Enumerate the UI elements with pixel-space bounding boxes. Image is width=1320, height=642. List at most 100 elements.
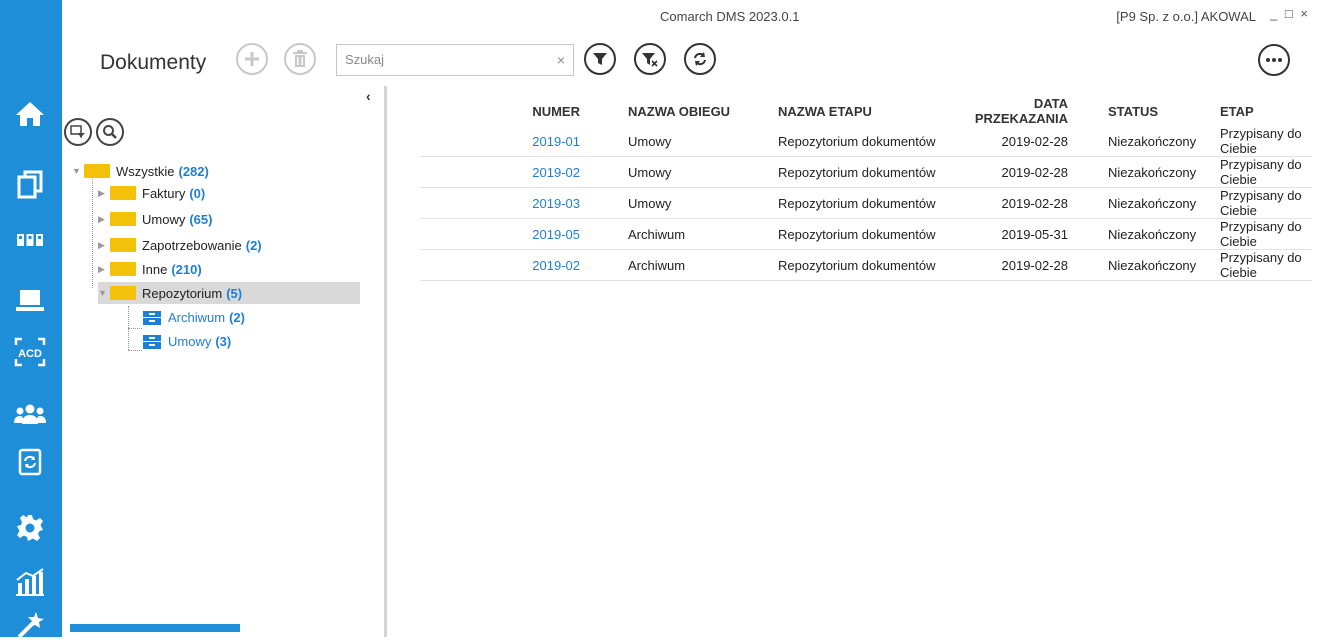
add-button[interactable]: [236, 43, 268, 75]
cell-nazwa-etapu: Repozytorium dokumentów: [762, 249, 938, 281]
tree-item-wszystkie[interactable]: ▼ Wszystkie (282): [72, 160, 209, 182]
cell-numer[interactable]: 2019-03: [420, 187, 628, 219]
refresh-icon: [694, 52, 706, 66]
svg-text:ACD: ACD: [18, 348, 42, 360]
expanded-arrow-icon[interactable]: ▼: [72, 166, 84, 176]
column-header-numer[interactable]: NUMER: [420, 96, 628, 126]
folder-icon: [110, 262, 136, 276]
cell-numer[interactable]: 2019-02: [420, 249, 628, 281]
search-input[interactable]: [343, 51, 547, 68]
title-bar: Comarch DMS 2023.0.1 [P9 Sp. z o.o.] AKO…: [62, 0, 1320, 32]
table-row[interactable]: 2019-01 Umowy Repozytorium dokumentów 20…: [420, 126, 1312, 157]
refresh-button[interactable]: [684, 43, 716, 75]
cell-data: 2019-02-28: [938, 126, 1092, 157]
cell-numer[interactable]: 2019-05: [420, 218, 628, 250]
collapsed-arrow-icon[interactable]: ▶: [98, 240, 110, 251]
cell-nazwa-obiegu: Archiwum: [628, 249, 762, 281]
close-button[interactable]: ×: [1300, 6, 1310, 21]
users-icon[interactable]: [12, 396, 48, 432]
more-button[interactable]: [1258, 44, 1290, 76]
filter-folders-button[interactable]: [64, 118, 92, 146]
window-controls: _ □ ×: [1270, 6, 1310, 21]
tree-item-archiwum[interactable]: Archiwum (2): [142, 306, 245, 328]
collapsed-arrow-icon[interactable]: ▶: [98, 214, 110, 225]
table-row[interactable]: 2019-05 Archiwum Repozytorium dokumentów…: [420, 218, 1312, 250]
add-icon: [245, 52, 259, 66]
computer-icon[interactable]: [12, 282, 48, 318]
cell-status: Niezakończony: [1092, 126, 1220, 157]
filter-button[interactable]: [584, 43, 616, 75]
toolbar: Dokumenty ×: [62, 36, 1320, 86]
folder-icon: [110, 286, 136, 300]
collapsed-arrow-icon[interactable]: ▶: [98, 264, 110, 275]
column-header-nazwa-etapu[interactable]: NAZWA ETAPU: [762, 96, 938, 126]
maximize-button[interactable]: □: [1285, 6, 1295, 21]
column-header-etap[interactable]: ETAP: [1220, 96, 1312, 126]
delete-button[interactable]: [284, 43, 316, 75]
cell-status: Niezakończony: [1092, 218, 1220, 250]
sync-document-icon[interactable]: [12, 444, 48, 480]
cell-nazwa-obiegu: Umowy: [628, 156, 762, 188]
cell-status: Niezakończony: [1092, 156, 1220, 188]
cell-nazwa-obiegu: Umowy: [628, 187, 762, 219]
loading-bar: [70, 624, 240, 632]
tree-item-umowy[interactable]: ▶ Umowy (65): [98, 208, 212, 230]
clear-filter-button[interactable]: [634, 43, 666, 75]
settings-icon[interactable]: [12, 510, 48, 546]
folder-icon: [110, 238, 136, 252]
cell-data: 2019-05-31: [938, 218, 1092, 250]
tree-item-inne[interactable]: ▶ Inne (210): [98, 258, 202, 280]
cell-nazwa-etapu: Repozytorium dokumentów: [762, 126, 938, 157]
cell-nazwa-etapu: Repozytorium dokumentów: [762, 187, 938, 219]
cell-etap: Przypisany do Ciebie: [1220, 218, 1312, 250]
cell-etap: Przypisany do Ciebie: [1220, 126, 1312, 157]
cell-data: 2019-02-28: [938, 156, 1092, 188]
cell-nazwa-obiegu: Archiwum: [628, 218, 762, 250]
clear-search-icon[interactable]: ×: [557, 52, 565, 68]
cell-data: 2019-02-28: [938, 187, 1092, 219]
tree-item-faktury[interactable]: ▶ Faktury (0): [98, 182, 205, 204]
cell-numer[interactable]: 2019-01: [420, 126, 628, 157]
more-icon: [1266, 58, 1282, 62]
expanded-arrow-icon[interactable]: ▼: [98, 288, 110, 298]
filter-icon: [593, 53, 607, 65]
table-header: NUMER NAZWA OBIEGU NAZWA ETAPU DATA PRZE…: [420, 96, 1312, 126]
documents-table: NUMER NAZWA OBIEGU NAZWA ETAPU DATA PRZE…: [420, 96, 1312, 281]
collapse-panel-icon[interactable]: ‹: [366, 88, 371, 104]
repository-icon: [143, 335, 161, 349]
column-header-status[interactable]: STATUS: [1092, 96, 1220, 126]
delete-icon: [293, 50, 307, 67]
tree-item-zapotrzebowanie[interactable]: ▶ Zapotrzebowanie (2): [98, 234, 262, 256]
table-row[interactable]: 2019-02 Umowy Repozytorium dokumentów 20…: [420, 156, 1312, 188]
cell-etap: Przypisany do Ciebie: [1220, 249, 1312, 281]
column-header-nazwa-obiegu[interactable]: NAZWA OBIEGU: [628, 96, 762, 126]
cell-etap: Przypisany do Ciebie: [1220, 156, 1312, 188]
collapsed-arrow-icon[interactable]: ▶: [98, 188, 110, 199]
folder-icon: [110, 212, 136, 226]
cell-nazwa-etapu: Repozytorium dokumentów: [762, 218, 938, 250]
table-row[interactable]: 2019-02 Archiwum Repozytorium dokumentów…: [420, 249, 1312, 281]
minimize-button[interactable]: _: [1270, 6, 1279, 21]
table-row[interactable]: 2019-03 Umowy Repozytorium dokumentów 20…: [420, 187, 1312, 219]
documents-icon[interactable]: [12, 166, 48, 202]
folder-icon: [110, 186, 136, 200]
tree-panel: ‹ ▼ Wszystkie (282) ▶ Faktury (0) ▶ Umowy(…: [62, 86, 387, 637]
cell-numer[interactable]: 2019-02: [420, 156, 628, 188]
home-icon[interactable]: [12, 96, 48, 132]
cell-nazwa-obiegu: Umowy: [628, 126, 762, 157]
cell-etap: Przypisany do Ciebie: [1220, 187, 1312, 219]
sidebar: ACD: [0, 0, 62, 639]
search-box[interactable]: ×: [336, 44, 574, 76]
folder-icon: [84, 164, 110, 178]
search-icon: [103, 125, 117, 139]
column-header-data-przekazania[interactable]: DATA PRZEKAZANIA: [938, 96, 1092, 126]
tree-item-umowy-repo[interactable]: Umowy (3): [142, 330, 231, 352]
cell-nazwa-etapu: Repozytorium dokumentów: [762, 156, 938, 188]
repository-icon: [143, 311, 161, 325]
workflow-icon[interactable]: [12, 222, 48, 258]
analytics-icon[interactable]: [12, 564, 48, 600]
clear-filter-icon: [642, 53, 658, 67]
tree-item-repozytorium[interactable]: ▼ Repozytorium (5): [98, 282, 360, 304]
acd-icon[interactable]: ACD: [12, 334, 48, 370]
search-folders-button[interactable]: [96, 118, 124, 146]
